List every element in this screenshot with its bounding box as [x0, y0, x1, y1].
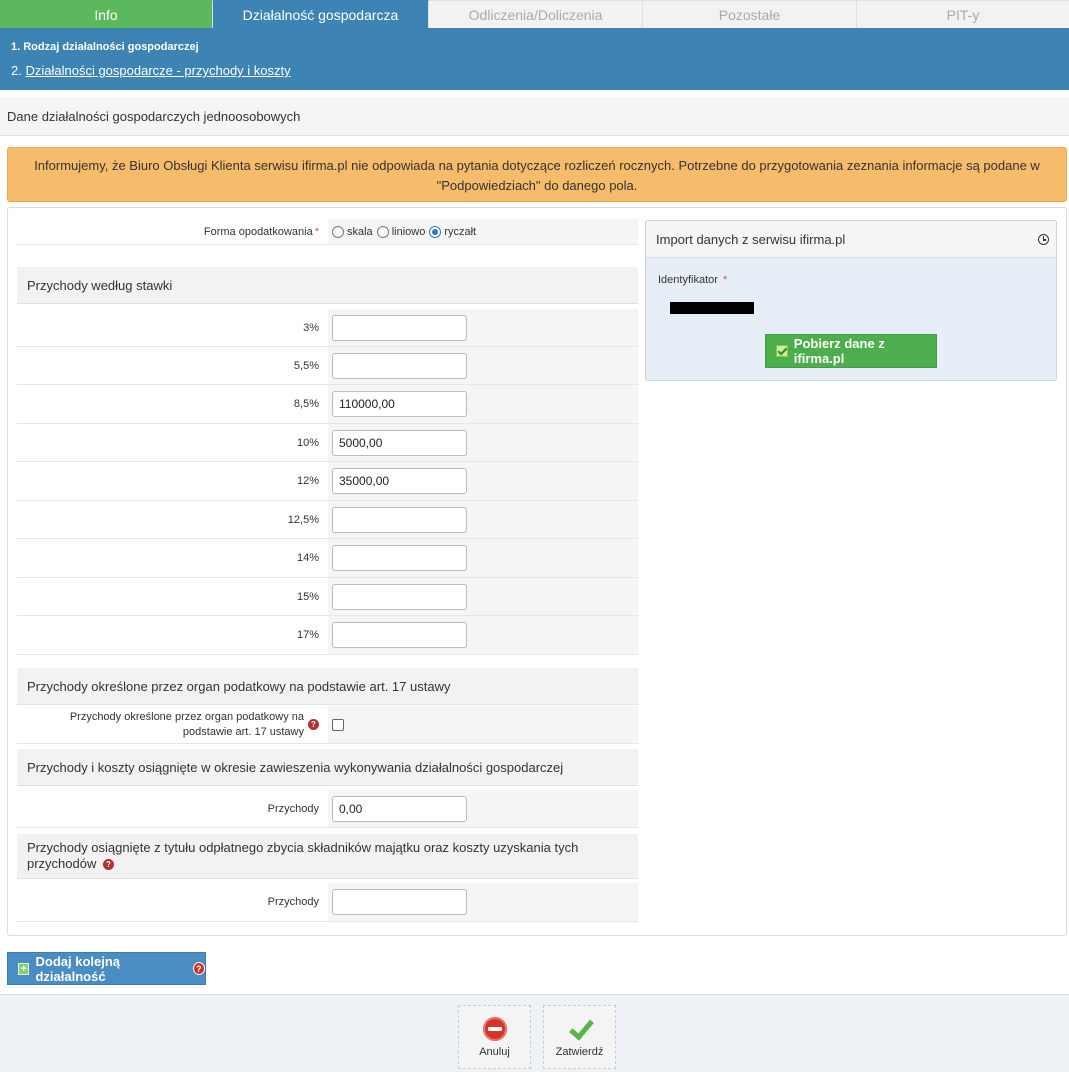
- rate-input-15[interactable]: [332, 583, 467, 610]
- rate-label: 3%: [17, 309, 328, 346]
- add-activity-button[interactable]: + Dodaj kolejną działalność ?: [7, 952, 206, 985]
- rate-label: 17%: [17, 616, 328, 654]
- zawieszenie-header: Przychody i koszty osiągnięte w okresie …: [17, 749, 638, 786]
- checkmark-icon: [567, 1016, 593, 1042]
- section-title: Dane działalności gospodarczych jednooso…: [0, 97, 1069, 136]
- pobierz-dane-button[interactable]: Pobierz dane z ifirma.pl: [765, 334, 937, 368]
- confirm-button[interactable]: Zatwierdź: [543, 1005, 616, 1069]
- required-mark: *: [314, 225, 319, 238]
- confirm-label: Zatwierdź: [555, 1046, 604, 1058]
- top-tabs: Info Działalność gospodarcza Odliczenia/…: [0, 0, 1069, 28]
- radio-ryczalt-label[interactable]: ryczałt: [444, 226, 476, 238]
- rate-row: 5,5%: [17, 347, 638, 385]
- rate-label: 12,5%: [17, 501, 328, 538]
- zbycie-header: Przychody osiągnięte z tytułu odpłatnego…: [17, 834, 638, 879]
- rate-row: 17%: [17, 616, 638, 655]
- rate-row: 12,5%: [17, 501, 638, 539]
- art17-label: Przychody określone przez organ podatkow…: [69, 710, 304, 738]
- forma-label-cell: Forma opodatkowania *: [17, 219, 328, 244]
- rate-label: 8,5%: [17, 385, 328, 423]
- rate-input-10[interactable]: [332, 429, 467, 456]
- zbycie-label: Przychody: [17, 883, 328, 921]
- art17-label-cell: Przychody określone przez organ podatkow…: [17, 706, 328, 743]
- help-icon[interactable]: ?: [103, 859, 114, 871]
- required-mark: *: [722, 274, 728, 286]
- rate-row: 15%: [17, 578, 638, 616]
- radio-liniowo-label[interactable]: liniowo: [392, 226, 426, 238]
- przychody-stawki-header: Przychody według stawki: [17, 267, 638, 304]
- rate-input-12[interactable]: [332, 468, 467, 494]
- zbycie-przychody-input[interactable]: [332, 889, 467, 915]
- rate-row: 8,5%: [17, 385, 638, 424]
- step-1[interactable]: 1. Rodzaj działalności gospodarczej: [11, 41, 199, 53]
- cancel-icon: [482, 1017, 507, 1041]
- art17-checkbox[interactable]: [332, 718, 344, 731]
- rate-input-8-5[interactable]: [332, 391, 467, 417]
- tab-pozostale[interactable]: Pozostałe: [643, 0, 857, 28]
- pobierz-dane-label: Pobierz dane z ifirma.pl: [793, 336, 885, 366]
- forma-radio-group: skala liniowo ryczałt: [332, 219, 480, 244]
- rate-row: 12%: [17, 462, 638, 501]
- radio-skala-label[interactable]: skala: [347, 226, 373, 238]
- rate-input-14[interactable]: [332, 545, 467, 571]
- step-2-number: 2.: [11, 63, 22, 78]
- zawieszenie-przychody-input[interactable]: [332, 795, 467, 822]
- tab-dzialalnosc[interactable]: Działalność gospodarcza: [213, 0, 429, 28]
- import-panel: Import danych z serwisu ifirma.pl Identy…: [645, 220, 1057, 381]
- rate-input-3[interactable]: [332, 314, 467, 341]
- check-icon: [776, 345, 788, 357]
- rate-input-12-5[interactable]: [332, 506, 467, 533]
- info-notice: Informujemy, że Biuro Obsługi Klienta se…: [7, 147, 1067, 202]
- clock-icon[interactable]: [1038, 234, 1049, 245]
- zbycie-row: Przychody: [17, 883, 638, 922]
- identyfikator-label-text: Identyfikator: [658, 274, 718, 286]
- rate-input-17[interactable]: [332, 622, 467, 648]
- art17-row: Przychody określone przez organ podatkow…: [17, 706, 638, 744]
- forma-opodatkowania-row: Forma opodatkowania * skala liniowo rycz…: [17, 219, 638, 245]
- cancel-button[interactable]: Anuluj: [458, 1005, 531, 1069]
- radio-ryczalt[interactable]: [429, 225, 442, 238]
- rate-label: 14%: [17, 539, 328, 577]
- tab-pity[interactable]: PIT-y: [857, 0, 1069, 28]
- help-icon[interactable]: ?: [308, 719, 319, 730]
- identyfikator-label: Identyfikator *: [658, 274, 727, 286]
- import-panel-title: Import danych z serwisu ifirma.pl: [656, 232, 846, 247]
- tab-odliczenia[interactable]: Odliczenia/Doliczenia: [429, 0, 643, 28]
- rate-label: 12%: [17, 462, 328, 500]
- zawieszenie-label: Przychody: [17, 790, 328, 827]
- rate-row: 14%: [17, 539, 638, 578]
- rate-label: 15%: [17, 578, 328, 615]
- step-2: 2. Działalności gospodarcze - przychody …: [11, 63, 291, 78]
- rate-row: 10%: [17, 424, 638, 462]
- plus-icon: +: [18, 962, 30, 975]
- step-2-link[interactable]: Działalności gospodarcze - przychody i k…: [25, 63, 290, 78]
- zawieszenie-row: Przychody: [17, 790, 638, 828]
- radio-skala[interactable]: [332, 225, 344, 238]
- rate-row: 3%: [17, 309, 638, 347]
- rate-label: 5,5%: [17, 347, 328, 384]
- help-icon[interactable]: ?: [192, 962, 205, 975]
- tab-info[interactable]: Info: [0, 0, 213, 28]
- rate-input-5-5[interactable]: [332, 352, 467, 379]
- forma-label: Forma opodatkowania: [203, 225, 313, 238]
- cancel-label: Anuluj: [479, 1046, 510, 1058]
- import-panel-header: Import danych z serwisu ifirma.pl: [646, 221, 1056, 258]
- art17-header: Przychody określone przez organ podatkow…: [17, 668, 638, 705]
- rate-label: 10%: [17, 424, 328, 461]
- identyfikator-redacted-value: [670, 302, 754, 314]
- add-activity-label: Dodaj kolejną działalność: [35, 953, 121, 984]
- footer-bar: Anuluj Zatwierdź: [0, 994, 1069, 1072]
- radio-liniowo[interactable]: [376, 225, 389, 238]
- steps-band: 1. Rodzaj działalności gospodarczej 2. D…: [0, 28, 1069, 90]
